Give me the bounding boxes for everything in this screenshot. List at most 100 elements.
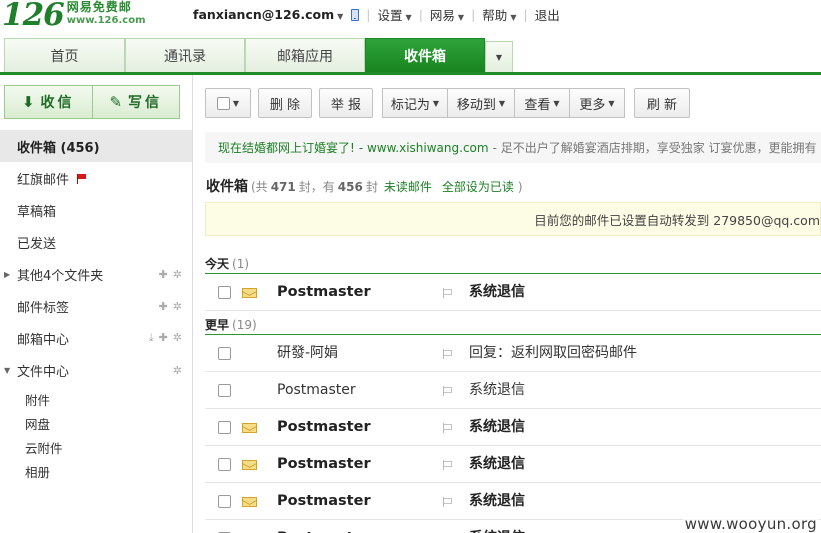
mobile-phone-icon[interactable]: [351, 8, 360, 21]
move-to-button[interactable]: 移动到 ▼: [448, 88, 515, 118]
unread-mail-link[interactable]: 未读邮件: [384, 178, 432, 195]
settings-menu[interactable]: 设置 ▼: [378, 5, 412, 24]
unread-envelope-icon: [242, 497, 257, 507]
add-icon[interactable]: ✚: [159, 300, 168, 313]
mail-subject: 系统退信: [469, 456, 525, 472]
select-all-checkbox[interactable]: [216, 96, 230, 110]
chevron-down-icon: ▼: [432, 98, 440, 108]
sidebar-item-mail-center[interactable]: 邮箱中心 ⤓ ✚ ✲: [0, 322, 192, 354]
ad-banner[interactable]: 现在结婚都网上订婚宴了! - www.xishiwang.com - 足不出户了…: [205, 132, 821, 163]
flag-icon[interactable]: [443, 288, 453, 298]
folder-actions: ⤓ ✚ ✲: [149, 331, 182, 345]
sidebar-item-sent[interactable]: 已发送: [0, 226, 192, 258]
sidebar-item-album[interactable]: 相册: [25, 462, 50, 481]
view-button[interactable]: 查看 ▼: [515, 88, 570, 118]
sidebar-item-inbox[interactable]: 收件箱 (456): [0, 130, 192, 162]
total-count: 471: [270, 180, 296, 194]
red-flag-icon: [77, 173, 87, 184]
sidebar-item-attachments[interactable]: 附件: [25, 390, 50, 409]
sidebar-item-drafts[interactable]: 草稿箱: [0, 194, 192, 226]
sidebar-item-label: 邮件标签: [17, 300, 70, 316]
mail-sender: Postmaster: [277, 493, 371, 509]
account-menu[interactable]: fanxiancn@126.com ▼: [193, 7, 343, 22]
gear-icon[interactable]: ✲: [173, 331, 182, 345]
flag-icon[interactable]: [443, 349, 453, 359]
gear-icon[interactable]: ✲: [173, 300, 182, 313]
download-icon[interactable]: ⤓: [149, 331, 154, 345]
sidebar-item-netdisk[interactable]: 网盘: [25, 414, 50, 433]
ad-headline[interactable]: 现在结婚都网上订婚宴了!: [218, 139, 355, 156]
collapse-arrow-icon[interactable]: ▼: [4, 366, 10, 375]
sidebar-item-tags[interactable]: 邮件标签 ✚ ✲: [0, 290, 192, 322]
more-button[interactable]: 更多 ▼: [570, 88, 625, 118]
logo-url: www.126.com: [66, 15, 146, 26]
table-row[interactable]: Postmaster 系统退信: [205, 446, 821, 483]
tabs-dropdown-button[interactable]: ▼: [485, 41, 513, 72]
select-all-dropdown[interactable]: ▼: [205, 88, 251, 118]
group-earlier: 更早 (19): [205, 316, 257, 333]
row-checkbox[interactable]: [218, 347, 231, 360]
mark-as-button[interactable]: 标记为 ▼: [382, 88, 448, 118]
row-checkbox[interactable]: [218, 286, 231, 299]
mark-all-read-link[interactable]: 全部设为已读: [442, 178, 514, 195]
unread-count: 456: [337, 180, 363, 194]
ad-link[interactable]: - www.xishiwang.com: [359, 141, 489, 155]
row-checkbox[interactable]: [218, 421, 231, 434]
table-row[interactable]: 研發-阿娟 回复：返利网取回密码邮件: [205, 335, 821, 372]
flag-icon[interactable]: [443, 423, 453, 433]
flag-icon[interactable]: [443, 386, 453, 396]
chevron-down-icon: ▼: [495, 52, 503, 62]
divider: |: [418, 7, 423, 22]
add-icon[interactable]: ✚: [159, 268, 168, 281]
folder-actions: ✲: [173, 364, 182, 377]
gear-icon[interactable]: ✲: [173, 268, 182, 281]
chevron-down-icon: ▼: [337, 12, 344, 21]
ad-description: - 足不出户了解婚宴酒店排期，享受独家 订宴优惠，更能拥有: [492, 141, 817, 155]
table-row[interactable]: Postmaster 系统退信: [205, 409, 821, 446]
chevron-down-icon: ▼: [510, 13, 517, 22]
sidebar-item-other-folders[interactable]: ▶ 其他4个文件夹 ✚ ✲: [0, 258, 192, 290]
chevron-down-icon: ▼: [608, 98, 615, 108]
flag-icon[interactable]: [443, 497, 453, 507]
sidebar-item-flagged[interactable]: 红旗邮件: [0, 162, 192, 194]
tab-home[interactable]: 首页: [4, 38, 125, 72]
forwarding-notice: 目前您的邮件已设置自动转发到 279850@qq.com: [205, 202, 821, 236]
summary-close-paren: ): [517, 180, 523, 194]
unread-envelope-icon: [242, 460, 257, 470]
help-label: 帮助: [482, 8, 508, 23]
mail-sender: Postmaster: [277, 419, 371, 435]
row-checkbox[interactable]: [218, 458, 231, 471]
tab-mail-apps[interactable]: 邮箱应用: [245, 38, 365, 72]
netease-menu[interactable]: 网易 ▼: [430, 5, 464, 24]
compose-button[interactable]: ✎ 写信: [92, 85, 180, 119]
add-icon[interactable]: ✚: [159, 331, 168, 345]
expand-arrow-icon[interactable]: ▶: [4, 270, 10, 279]
mail-sender: 研發-阿娟: [277, 345, 339, 361]
help-menu[interactable]: 帮助 ▼: [482, 5, 516, 24]
inbox-summary: 收件箱 (共 471 封，有 456 封 未读邮件 全部设为已读 ): [206, 176, 523, 196]
download-icon: ⬇: [21, 93, 35, 111]
table-row[interactable]: Postmaster 系统退信: [205, 274, 821, 311]
refresh-button[interactable]: 刷 新: [634, 88, 690, 118]
divider: |: [471, 7, 476, 22]
mail-list-panel: ▼ 删 除 举 报 标记为 ▼ 移动到 ▼ 查看 ▼ 更多 ▼ 刷 新 现在结婚都网上订…: [193, 75, 821, 533]
logout-link[interactable]: 退出: [535, 5, 560, 24]
logo[interactable]: 126 网易免费邮 www.126.com: [2, 0, 145, 32]
mail-subject: 系统退信: [469, 493, 525, 509]
row-checkbox[interactable]: [218, 495, 231, 508]
tab-inbox[interactable]: 收件箱: [365, 38, 485, 72]
group-count: (19): [232, 318, 257, 332]
mail-subject: 系统退信: [469, 520, 525, 533]
flag-icon[interactable]: [443, 460, 453, 470]
delete-button[interactable]: 删 除: [258, 88, 312, 118]
report-button[interactable]: 举 报: [319, 88, 373, 118]
sidebar-item-cloud-attachments[interactable]: 云附件: [25, 438, 63, 457]
sidebar-item-file-center[interactable]: ▼ 文件中心 ✲: [0, 354, 192, 386]
tab-contacts[interactable]: 通讯录: [125, 38, 245, 72]
receive-mail-button[interactable]: ⬇ 收信: [4, 85, 93, 119]
table-row[interactable]: Postmaster 系统退信: [205, 372, 821, 409]
gear-icon[interactable]: ✲: [173, 364, 182, 377]
group-label: 今天: [205, 257, 230, 271]
receive-mail-label: 收信: [40, 95, 75, 111]
row-checkbox[interactable]: [218, 384, 231, 397]
